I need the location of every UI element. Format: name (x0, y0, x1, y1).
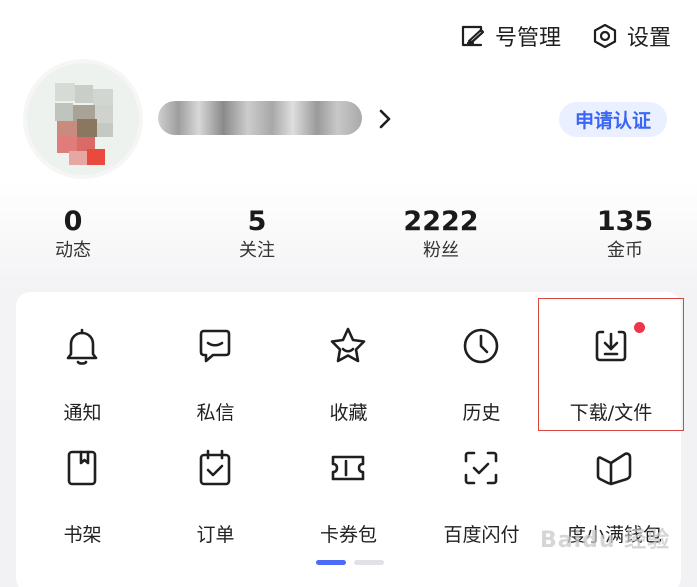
grid-item-label: 私信 (196, 402, 235, 424)
stat-label: 金币 (607, 240, 643, 261)
wallet-icon (592, 446, 636, 490)
stat-following[interactable]: 5 关注 (197, 206, 317, 264)
apply-verification-button[interactable]: 申请认证 (559, 102, 667, 137)
stat-followers[interactable]: 2222 粉丝 (381, 206, 501, 264)
star-icon (326, 324, 370, 368)
notification-dot (634, 322, 645, 333)
grid-item-label: 通知 (63, 402, 102, 424)
stat-posts[interactable]: 0 动态 (13, 206, 133, 264)
grid-item-label: 百度闪付 (443, 524, 520, 546)
username-blurred[interactable] (158, 101, 362, 135)
page-dot-active (316, 560, 346, 565)
avatar[interactable] (27, 63, 139, 175)
bell-icon (60, 324, 104, 368)
calendar-check-icon (193, 446, 237, 490)
account-manage-label: 号管理 (494, 26, 561, 51)
grid-item-label: 卡券包 (319, 524, 377, 546)
apply-verification-label: 申请认证 (574, 110, 651, 132)
stat-value: 2222 (403, 206, 479, 237)
grid-item-orders[interactable]: 订单 (149, 432, 282, 552)
page-dot (354, 560, 384, 565)
settings-label: 设置 (626, 26, 671, 51)
bookshelf-icon (60, 446, 104, 490)
page-indicator[interactable] (316, 560, 384, 565)
scan-check-icon (459, 446, 503, 490)
message-icon (193, 324, 237, 368)
grid-item-label: 历史 (462, 402, 501, 424)
top-bar: 号管理 设置 (459, 20, 671, 52)
download-icon (589, 324, 633, 368)
stat-value: 0 (63, 206, 83, 237)
grid-item-favorites[interactable]: 收藏 (282, 310, 415, 430)
stat-label: 粉丝 (423, 240, 459, 261)
stat-label: 动态 (55, 240, 91, 261)
grid-item-notifications[interactable]: 通知 (16, 310, 149, 430)
stats-row: 0 动态 5 关注 2222 粉丝 135 金币 (0, 206, 697, 266)
grid-item-bookshelf[interactable]: 书架 (16, 432, 149, 552)
watermark-text: Baidu 经验 (540, 528, 671, 553)
stat-coins[interactable]: 135 金币 (565, 206, 685, 264)
clock-icon (459, 324, 503, 368)
stat-value: 135 (596, 206, 654, 237)
gear-icon (593, 23, 617, 49)
edit-icon (461, 25, 485, 47)
stat-value: 5 (247, 206, 267, 237)
chevron-right-icon[interactable] (374, 107, 396, 131)
grid-item-label: 收藏 (329, 402, 368, 424)
ticket-icon (326, 446, 370, 490)
grid-item-baidu-pay[interactable]: 百度闪付 (415, 432, 548, 552)
grid-item-history[interactable]: 历史 (415, 310, 548, 430)
grid-item-messages[interactable]: 私信 (149, 310, 282, 430)
grid-item-downloads[interactable]: 下载/文件 (538, 298, 684, 431)
account-manage-button[interactable]: 号管理 (459, 20, 561, 52)
grid-item-coupons[interactable]: 卡券包 (282, 432, 415, 552)
stat-label: 关注 (239, 240, 275, 261)
grid-item-label: 订单 (196, 524, 235, 546)
settings-button[interactable]: 设置 (591, 20, 671, 52)
grid-item-label: 下载/文件 (569, 402, 653, 424)
grid-item-label: 书架 (63, 524, 102, 546)
